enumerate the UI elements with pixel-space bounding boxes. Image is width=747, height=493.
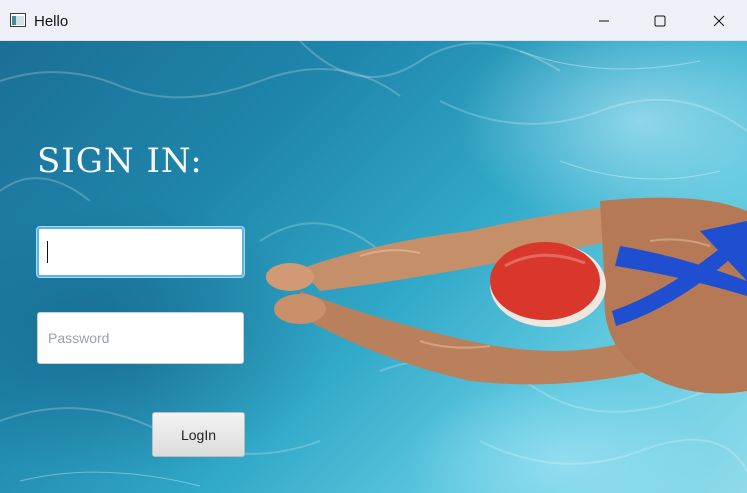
maximize-button[interactable] xyxy=(632,0,688,41)
title-bar[interactable]: Hello xyxy=(0,0,747,41)
minimize-button[interactable] xyxy=(576,0,632,41)
close-icon xyxy=(713,15,725,27)
close-button[interactable] xyxy=(691,0,747,41)
minimize-icon xyxy=(598,15,610,27)
sign-in-heading: SIGN IN: xyxy=(37,141,203,181)
text-caret xyxy=(47,241,48,263)
pool-background: SIGN IN: LogIn xyxy=(0,41,747,493)
app-window-icon xyxy=(10,13,26,27)
username-input[interactable] xyxy=(37,227,244,277)
window-title: Hello xyxy=(34,13,69,30)
login-button[interactable]: LogIn xyxy=(152,412,245,457)
app-window: Hello SIGN IN: LogIn xyxy=(0,0,747,493)
maximize-icon xyxy=(654,15,666,27)
password-input[interactable] xyxy=(37,312,244,364)
